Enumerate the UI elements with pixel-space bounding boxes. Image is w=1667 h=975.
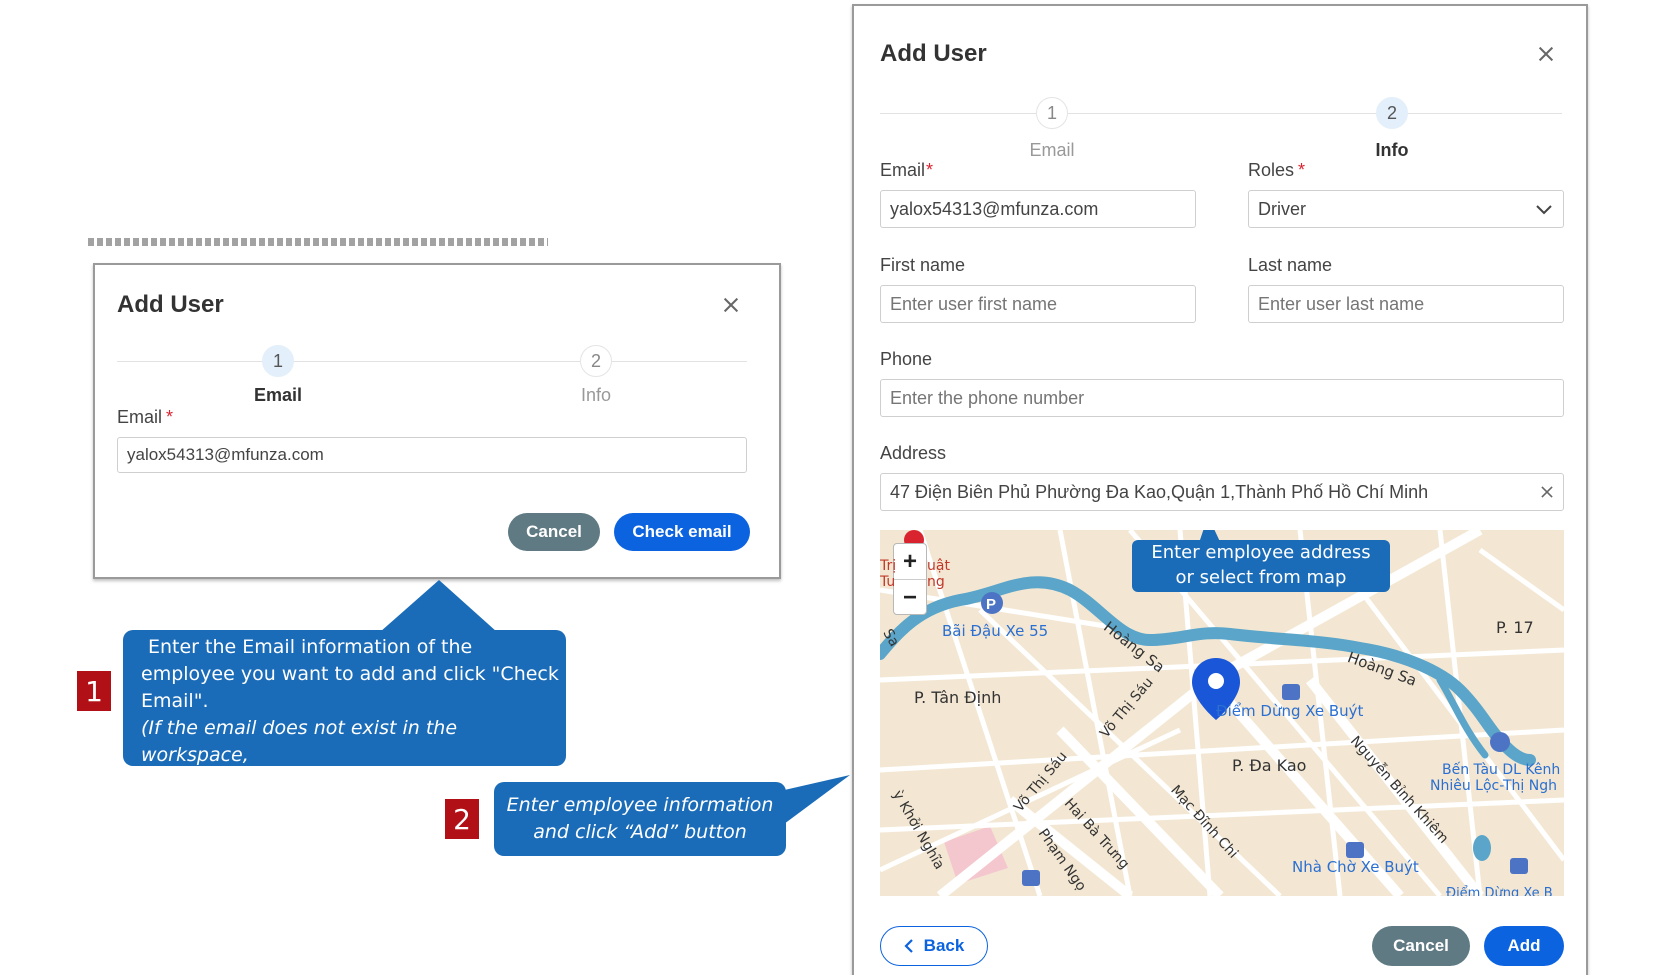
zoom-control: + − xyxy=(893,543,927,615)
step-1-label: Email xyxy=(1029,140,1075,160)
bus-icon xyxy=(1282,684,1300,700)
bus-icon xyxy=(1022,870,1040,886)
map-label: Nhiêu Lộc-Thị Ngh xyxy=(1430,778,1557,794)
map-label: P. Tân Định xyxy=(914,688,1002,707)
bus-icon xyxy=(1510,858,1528,874)
zoom-in-button[interactable]: + xyxy=(894,544,926,579)
map-label: Bãi Đậu Xe 55 xyxy=(942,622,1049,640)
step-1-circle: 1 xyxy=(262,345,294,377)
address-input[interactable]: 47 Điện Biên Phủ Phường Đa Kao,Quận 1,Th… xyxy=(880,473,1564,511)
map-callout: Enter employee address or select from ma… xyxy=(1132,540,1390,592)
email-label: Email* xyxy=(880,160,934,180)
last-name-label: Last name xyxy=(1248,255,1333,275)
chevron-down-icon xyxy=(1536,205,1552,215)
map-label: Trị xyxy=(880,558,897,574)
step-2-label: Info xyxy=(1375,140,1409,160)
roles-select[interactable]: Driver xyxy=(1248,190,1564,228)
cancel-button[interactable]: Cancel xyxy=(508,513,600,551)
email-field[interactable]: yalox54313@mfunza.com xyxy=(880,190,1196,228)
last-name-input[interactable] xyxy=(1248,285,1564,323)
phone-input[interactable] xyxy=(880,379,1564,417)
step-1-label: Email xyxy=(253,385,303,405)
dialog-title: Add User xyxy=(880,40,987,67)
dialog-title: Add User xyxy=(117,291,224,318)
stepper-line xyxy=(880,113,1562,114)
email-label: Email* xyxy=(117,407,174,427)
step-badge-2: 2 xyxy=(445,799,479,839)
first-name-input[interactable] xyxy=(880,285,1196,323)
email-field[interactable]: yalox54313@mfunza.com xyxy=(117,437,747,473)
back-button[interactable]: Back xyxy=(880,926,988,966)
phone-label: Phone xyxy=(880,349,933,369)
close-icon[interactable] xyxy=(1536,44,1556,64)
bus-icon xyxy=(1346,842,1364,858)
map-label: ng xyxy=(927,574,945,590)
map-label: Tu xyxy=(880,574,896,590)
map-label: Bến Tàu DL Kênh xyxy=(1442,762,1561,778)
step-2-circle[interactable]: 2 xyxy=(580,345,612,377)
stepper-line xyxy=(117,361,747,362)
first-name-label: First name xyxy=(880,255,966,275)
step-badge-1: 1 xyxy=(77,671,111,711)
callout-2-pointer xyxy=(780,775,850,827)
map-label: Điểm Dừng Xe B xyxy=(1446,886,1553,896)
address-label: Address xyxy=(880,443,947,463)
map-label: P. Đa Kao xyxy=(1232,756,1307,775)
roles-label: Roles * xyxy=(1248,160,1306,180)
ferry-icon xyxy=(1490,732,1510,752)
svg-text:P: P xyxy=(986,596,996,613)
check-email-button[interactable]: Check email xyxy=(614,513,750,551)
add-user-dialog-step2: Add User 1 2 Email Info Email* yalox5431… xyxy=(852,4,1588,975)
callout-1-pointer xyxy=(380,580,497,632)
add-user-dialog-step1: Add User 1 2 Email Info Email * yalox5431… xyxy=(93,263,781,579)
add-button[interactable]: Add xyxy=(1484,926,1564,966)
close-icon[interactable] xyxy=(721,295,741,315)
map-label: Điểm Dừng Xe Buýt xyxy=(1216,702,1364,720)
address-map[interactable]: P + − uật ng Trị Tu Sa Bãi Đậu Xe 55 Hoà… xyxy=(880,530,1564,896)
background-fragment xyxy=(88,232,558,246)
step-2-circle: 2 xyxy=(1376,97,1408,129)
step-2-label: Info xyxy=(580,385,612,405)
chevron-left-icon xyxy=(904,939,913,953)
map-label: uật xyxy=(927,558,950,574)
callout-1: Enter the Email information of the emplo… xyxy=(123,630,566,793)
map-label: P. 17 xyxy=(1496,618,1534,637)
zoom-out-button[interactable]: − xyxy=(894,580,926,615)
step-1-circle[interactable]: 1 xyxy=(1036,97,1068,129)
clear-address-icon[interactable] xyxy=(1539,484,1555,500)
map-label: Nhà Chờ Xe Buýt xyxy=(1292,858,1419,876)
map-pond xyxy=(1473,835,1491,861)
parking-icon: P xyxy=(981,592,1003,614)
callout-2: Enter employee information and click “Ad… xyxy=(494,782,786,856)
cancel-button[interactable]: Cancel xyxy=(1372,926,1470,966)
